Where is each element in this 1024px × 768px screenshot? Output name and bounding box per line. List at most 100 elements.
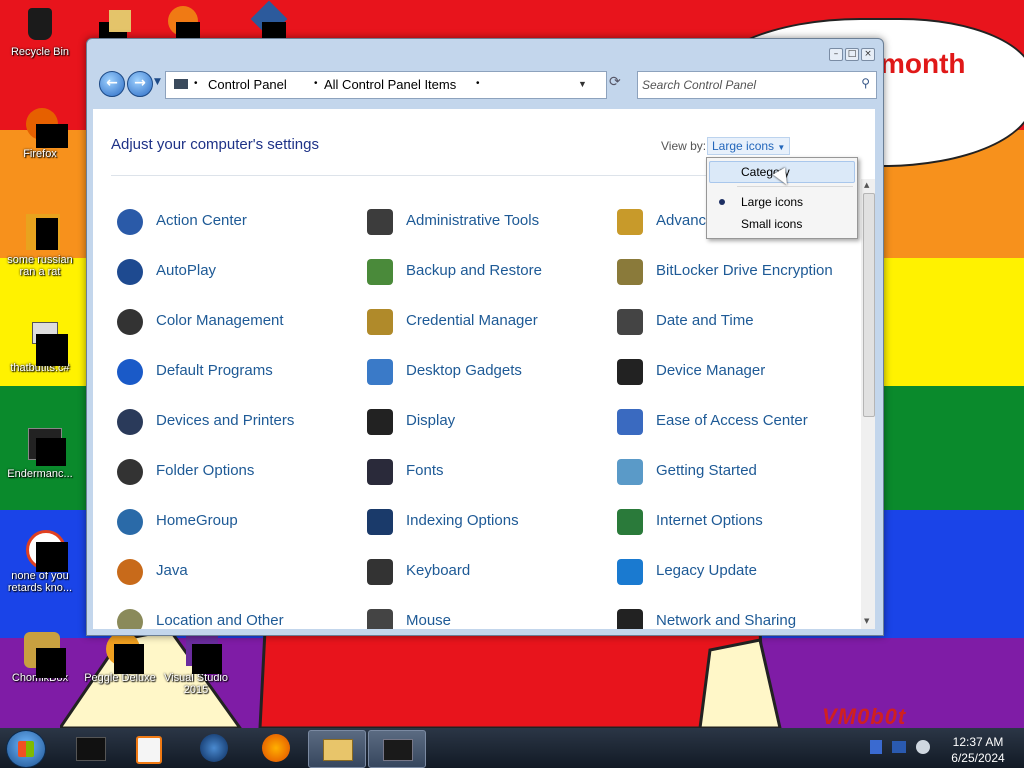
cp-item-label: Desktop Gadgets [406,362,522,379]
cp-item-device-manager[interactable]: Device Manager [613,355,853,391]
display-icon [363,405,395,437]
cp-item-legacy-update[interactable]: Legacy Update [613,555,853,591]
cp-item-java[interactable]: Java [113,555,353,591]
ease-of-access-icon [613,405,645,437]
start-button[interactable] [6,730,46,768]
close-button[interactable]: × [861,48,875,61]
taskbar-app-black-box[interactable] [62,730,118,766]
desktop-icon-thatbutits[interactable]: thatbutits.c# [0,322,80,374]
watermark-text: VM0b0t [822,704,907,729]
firefox-icon [262,734,290,762]
action-center-icon[interactable] [870,740,882,754]
cp-item-ease-of-access-center[interactable]: Ease of Access Center [613,405,853,441]
cp-item-label: Location and Other [156,612,284,629]
cp-item-label: Ease of Access Center [656,412,808,429]
calendar-icon [613,305,645,337]
cp-item-default-programs[interactable]: Default Programs [113,355,353,391]
cp-item-devices-and-printers[interactable]: Devices and Printers [113,405,353,441]
desktop-icon-chomikbox[interactable]: ChomikBox [0,632,80,684]
cp-item-indexing-options[interactable]: Indexing Options [363,505,603,541]
menu-separator [737,186,853,187]
cp-item-network-and-sharing[interactable]: Network and Sharing [613,605,853,629]
view-by-label: View by: [661,139,707,153]
scroll-up-icon[interactable]: ▲ [864,181,869,189]
address-bar[interactable]: • Control Panel • All Control Panel Item… [165,71,607,99]
vertical-scrollbar[interactable]: ▲ ▼ [861,179,875,629]
cp-item-label: Indexing Options [406,512,519,529]
application-icon [22,214,60,250]
window-controls: – □ × [829,48,875,61]
refresh-icon[interactable]: ⟳ [609,74,621,90]
clock[interactable]: 12:37 AM 6/25/2024 [940,734,1016,766]
desktop-icon-recycle-bin[interactable]: Recycle Bin [0,6,80,58]
recent-pages-dropdown[interactable]: ▼ [154,77,161,87]
desktop-icon-peggle[interactable]: Peggle Deluxe [80,632,160,684]
admin-tools-icon [363,205,395,237]
cp-item-homegroup[interactable]: HomeGroup [113,505,353,541]
maximize-button[interactable]: □ [845,48,859,61]
desktop-icon-firefox[interactable]: Firefox [0,108,80,160]
desktop-icon-russian-rat[interactable]: some russian ran a rat [0,214,80,278]
cp-item-date-and-time[interactable]: Date and Time [613,305,853,341]
cp-item-display[interactable]: Display [363,405,603,441]
menu-item-small-icons[interactable]: Small icons [741,217,802,231]
cp-item-backup-and-restore[interactable]: Backup and Restore [363,255,603,291]
breadcrumb-all-items[interactable]: All Control Panel Items [324,77,456,92]
cp-item-mouse[interactable]: Mouse [363,605,603,629]
mouse-icon [363,605,395,629]
taskbar-app-media-player[interactable] [120,730,176,766]
cp-item-color-management[interactable]: Color Management [113,305,353,341]
breadcrumb-control-panel[interactable]: Control Panel [208,77,287,92]
view-by-dropdown[interactable]: Large icons ▼ [707,137,791,155]
arrow-right-icon: → [134,75,146,91]
scroll-down-icon[interactable]: ▼ [864,617,869,625]
cp-item-desktop-gadgets[interactable]: Desktop Gadgets [363,355,603,391]
default-programs-icon [113,355,145,387]
address-dropdown-icon[interactable]: ▼ [578,79,587,89]
search-input[interactable]: Search Control Panel [642,78,756,92]
cp-item-folder-options[interactable]: Folder Options [113,455,353,491]
search-icon[interactable]: ⚲ [861,76,870,90]
cp-item-action-center[interactable]: Action Center [113,205,353,241]
taskbar-app-explorer[interactable] [308,730,366,768]
media-player-icon [162,4,200,42]
back-button[interactable]: ← [99,71,125,97]
network-icon [613,605,645,629]
control-panel-window: – □ × ← → ▼ • Control Panel • All Contro… [86,38,884,636]
cp-item-location-and-other[interactable]: Location and Other [113,605,353,629]
desktop-icon-endermanc[interactable]: Endermanc... [0,428,80,480]
cp-item-credential-manager[interactable]: Credential Manager [363,305,603,341]
cp-item-bitlocker-drive-encryption[interactable]: BitLocker Drive Encryption [613,255,853,291]
gadgets-icon [363,355,395,387]
cp-item-getting-started[interactable]: Getting Started [613,455,853,491]
taskbar-app-control-panel[interactable] [368,730,426,768]
menu-item-large-icons[interactable]: Large icons [741,195,803,209]
view-by-value: Large icons [712,139,775,153]
desktop-icon-label: Firefox [23,148,57,160]
printer-icon [113,405,145,437]
cp-item-keyboard[interactable]: Keyboard [363,555,603,591]
speech-bubble-text: month [880,48,966,79]
cp-item-administrative-tools[interactable]: Administrative Tools [363,205,603,241]
shield-flag-icon [113,205,145,237]
desktop-icon-none-of-you[interactable]: none of you retards kno... [0,530,80,594]
minimize-button[interactable]: – [829,48,843,61]
taskbar-app-firefox[interactable] [248,730,304,766]
taskbar-app-globe[interactable] [186,730,242,766]
update-arrow-icon [613,555,645,587]
volume-icon[interactable] [916,740,930,754]
desktop-icon-visual-studio[interactable]: Visual Studio 2015 [156,632,236,696]
cp-item-label: Advanc [656,212,707,229]
cp-item-internet-options[interactable]: Internet Options [613,505,853,541]
network-icon[interactable] [892,741,906,753]
scrollbar-thumb[interactable] [863,193,875,417]
cp-item-fonts[interactable]: Fonts [363,455,603,491]
navigation-bar: ← → ▼ • Control Panel • All Control Pane… [97,69,877,103]
breadcrumb-separator: • [476,78,480,89]
java-icon [113,555,145,587]
forward-button[interactable]: → [127,71,153,97]
internet-options-icon [613,505,645,537]
cp-item-autoplay[interactable]: AutoPlay [113,255,353,291]
page-title: Adjust your computer's settings [111,136,319,153]
search-box[interactable]: Search Control Panel ⚲ [637,71,877,99]
